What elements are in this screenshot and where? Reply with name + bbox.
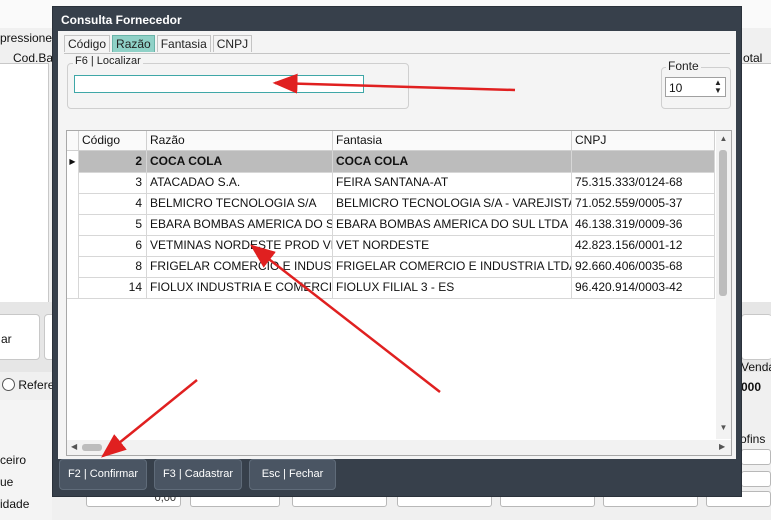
cell-fantasia: BELMICRO TECNOLOGIA S/A - VAREJISTA	[333, 193, 572, 214]
header-indicator	[67, 131, 79, 150]
row-indicator	[67, 256, 79, 277]
vertical-scrollbar[interactable]: ▲ ▼	[716, 131, 731, 439]
suppliers-grid: Código Razão Fantasia CNPJ ▶ 2 COCA COLA…	[66, 130, 732, 456]
cell-cnpj: 75.315.333/0124-68	[572, 172, 715, 193]
cell-codigo: 2	[79, 151, 147, 172]
header-codigo[interactable]: Código	[79, 131, 147, 150]
cell-fantasia: FEIRA SANTANA-AT	[333, 172, 572, 193]
cell-codigo: 4	[79, 193, 147, 214]
cell-codigo: 14	[79, 277, 147, 298]
background-panel-right	[741, 63, 771, 303]
background-field-1[interactable]	[741, 449, 771, 465]
table-row[interactable]: 3 ATACADAO S.A. FEIRA SANTANA-AT 75.315.…	[67, 172, 715, 194]
background-cofins-label: ofins	[740, 432, 766, 446]
background-panel-left	[0, 63, 49, 303]
row-indicator	[67, 214, 79, 235]
background-radio-label: Refere	[18, 378, 55, 392]
cell-codigo: 8	[79, 256, 147, 277]
row-selector-icon: ▶	[67, 151, 79, 172]
fonte-label: Fonte	[666, 59, 701, 73]
fonte-group: Fonte 10 ▲ ▼	[661, 59, 731, 109]
row-indicator	[67, 235, 79, 256]
cell-codigo: 5	[79, 214, 147, 235]
cell-cnpj	[572, 151, 715, 172]
tab-fantasia[interactable]: Fantasia	[156, 35, 211, 52]
tab-codigo[interactable]: Código	[64, 35, 111, 52]
spin-down-icon[interactable]: ▼	[713, 87, 723, 95]
grid-header: Código Razão Fantasia CNPJ	[67, 131, 715, 151]
tab-cnpj[interactable]: CNPJ	[212, 35, 253, 52]
table-row[interactable]: 5 EBARA BOMBAS AMERICA DO SUL EBARA BOMB…	[67, 214, 715, 236]
search-group-label: F6 | Localizar	[73, 55, 143, 67]
cell-razao: ATACADAO S.A.	[147, 172, 333, 193]
confirm-button[interactable]: F2 | Confirmar	[59, 459, 147, 490]
table-row[interactable]: 8 FRIGELAR COMERCIO E INDUSTRIA FRIGELAR…	[67, 256, 715, 278]
search-tabs: Código Razão Fantasia CNPJ	[64, 35, 254, 53]
background-impressione-label: pressione	[0, 31, 53, 45]
cell-cnpj: 96.420.914/0003-42	[572, 277, 715, 298]
row-indicator	[67, 277, 79, 298]
scroll-down-icon[interactable]: ▼	[716, 423, 731, 432]
horizontal-scrollbar[interactable]: ◀ ▶	[67, 440, 731, 455]
close-button[interactable]: Esc | Fechar	[249, 459, 336, 490]
scroll-right-icon[interactable]: ▶	[719, 442, 725, 451]
header-razao[interactable]: Razão	[147, 131, 333, 150]
cell-fantasia: COCA COLA	[333, 151, 572, 172]
cell-razao: EBARA BOMBAS AMERICA DO SUL	[147, 214, 333, 235]
background-radio-refere[interactable]: Refere	[2, 378, 54, 392]
dialog-body: Código Razão Fantasia CNPJ F6 | Localiza…	[58, 31, 736, 459]
background-button-3[interactable]	[741, 314, 771, 360]
scroll-up-icon[interactable]: ▲	[716, 134, 731, 143]
horizontal-scroll-thumb[interactable]	[82, 444, 102, 451]
cell-razao: BELMICRO TECNOLOGIA S/A	[147, 193, 333, 214]
consulta-fornecedor-dialog: Consulta Fornecedor Código Razão Fantasi…	[52, 6, 742, 497]
cell-cnpj: 71.052.559/0005-37	[572, 193, 715, 214]
cell-fantasia: VET NORDESTE	[333, 235, 572, 256]
cell-razao: VETMINAS NORDESTE PROD VET	[147, 235, 333, 256]
background-venda-label: Venda	[741, 360, 771, 374]
header-cnpj[interactable]: CNPJ	[572, 131, 715, 150]
cell-fantasia: EBARA BOMBAS AMERICA DO SUL LTDA - FILIA…	[333, 214, 572, 235]
cell-razao: FIOLUX INDUSTRIA E COMERCIO	[147, 277, 333, 298]
background-button[interactable]: ar	[0, 314, 40, 360]
cell-codigo: 6	[79, 235, 147, 256]
background-venda-value: 000	[741, 380, 762, 394]
search-input[interactable]	[74, 75, 364, 93]
cell-fantasia: FIOLUX FILIAL 3 - ES	[333, 277, 572, 298]
register-button[interactable]: F3 | Cadastrar	[154, 459, 242, 490]
header-fantasia[interactable]: Fantasia	[333, 131, 572, 150]
cell-razao: FRIGELAR COMERCIO E INDUSTRIA	[147, 256, 333, 277]
fonte-spinner[interactable]: 10 ▲ ▼	[665, 77, 726, 97]
cell-cnpj: 46.138.319/0009-36	[572, 214, 715, 235]
background-field-2[interactable]	[741, 471, 771, 487]
tab-razao[interactable]: Razão	[112, 35, 155, 52]
tabs-divider	[64, 53, 730, 54]
table-row[interactable]: 6 VETMINAS NORDESTE PROD VET VET NORDEST…	[67, 235, 715, 257]
cell-razao: COCA COLA	[147, 151, 333, 172]
dialog-title: Consulta Fornecedor	[61, 13, 182, 27]
cell-codigo: 3	[79, 172, 147, 193]
table-row[interactable]: ▶ 2 COCA COLA COCA COLA	[67, 151, 715, 173]
search-group: F6 | Localizar	[67, 55, 409, 109]
table-row[interactable]: 14 FIOLUX INDUSTRIA E COMERCIO FIOLUX FI…	[67, 277, 715, 299]
fonte-value[interactable]: 10	[669, 81, 682, 95]
background-label-financeiro: ceiro	[0, 453, 27, 467]
row-indicator	[67, 193, 79, 214]
cell-fantasia: FRIGELAR COMERCIO E INDUSTRIA LTDA	[333, 256, 572, 277]
background-button-label: ar	[1, 332, 12, 346]
radio-icon	[2, 378, 15, 391]
row-indicator	[67, 172, 79, 193]
scroll-left-icon[interactable]: ◀	[71, 442, 77, 451]
cell-cnpj: 42.823.156/0001-12	[572, 235, 715, 256]
cell-cnpj: 92.660.406/0035-68	[572, 256, 715, 277]
vertical-scroll-thumb[interactable]	[719, 150, 727, 296]
background-label-quantidade: idade	[0, 497, 30, 511]
table-row[interactable]: 4 BELMICRO TECNOLOGIA S/A BELMICRO TECNO…	[67, 193, 715, 215]
background-label-ue: ue	[0, 475, 14, 489]
